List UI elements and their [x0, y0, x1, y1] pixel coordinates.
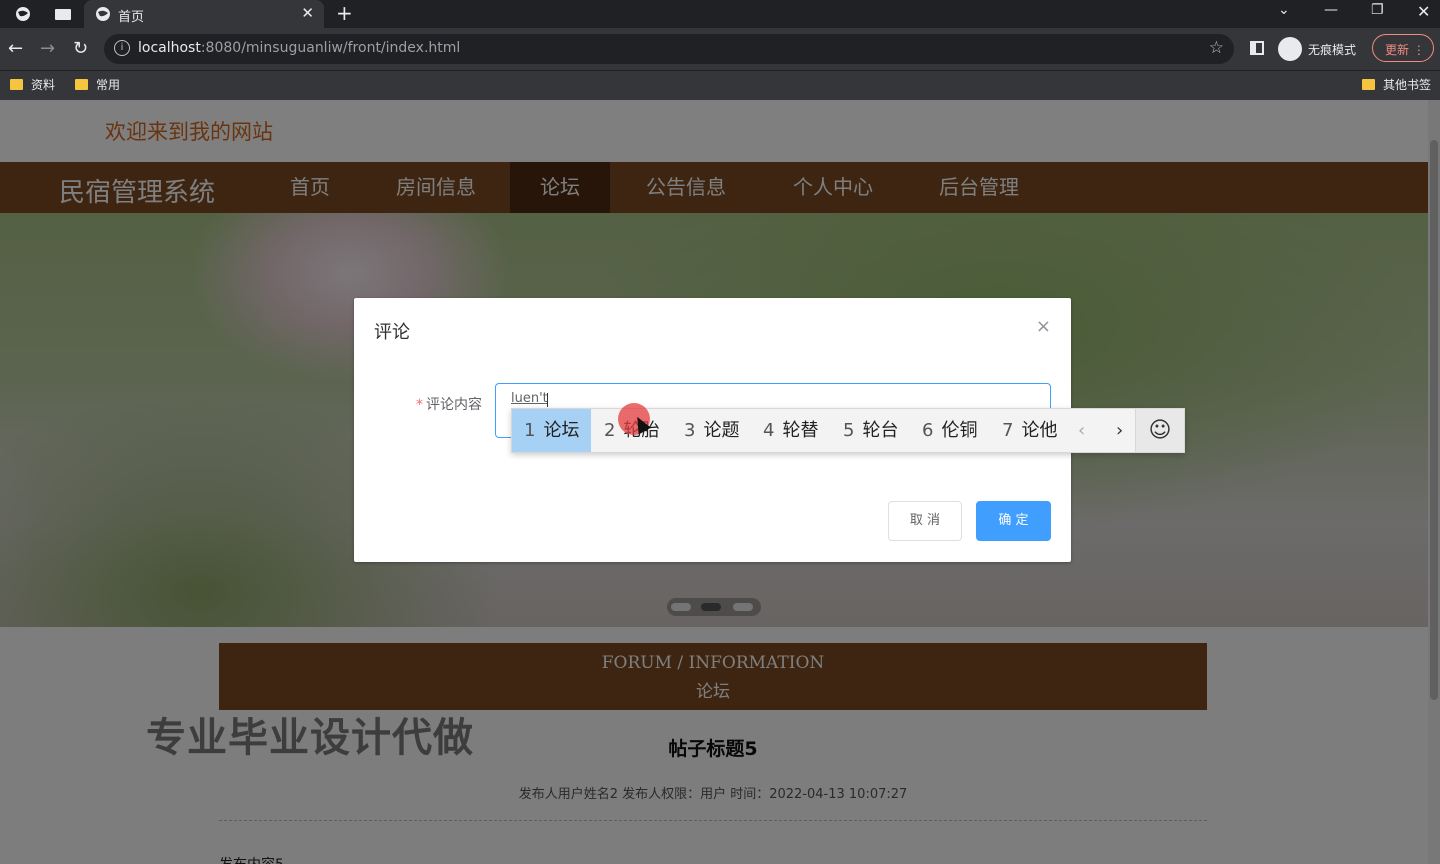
ime-next-icon[interactable]: › [1116, 409, 1123, 452]
forward-arrow-icon[interactable]: → [40, 38, 55, 59]
update-button[interactable]: 更新 ⋮ [1372, 34, 1434, 62]
bookmark-folder-ziliao[interactable]: 资料 [10, 76, 55, 93]
close-window-button[interactable]: ✕ [1417, 2, 1430, 21]
ime-candidate[interactable]: 1 论坛 [512, 409, 592, 452]
ime-candidate[interactable]: 7 论他 [990, 409, 1069, 452]
ime-candidate[interactable]: 6 伦铜 [910, 409, 989, 452]
folder-icon [1362, 79, 1375, 90]
confirm-button[interactable]: 确 定 [976, 501, 1051, 541]
active-tab[interactable]: 首页 ✕ [84, 0, 324, 28]
ime-candidate[interactable]: 3 论题 [672, 409, 751, 452]
ime-candidate[interactable]: 4 轮替 [751, 409, 830, 452]
globe-icon [96, 7, 110, 21]
address-bar[interactable]: i localhost:8080/minsuguanliw/front/inde… [104, 34, 1234, 64]
restore-button[interactable]: ❐ [1371, 2, 1384, 18]
incognito-icon[interactable] [1278, 37, 1302, 61]
composition-text: luen't [511, 391, 548, 406]
tab-title: 首页 [118, 10, 145, 25]
ime-emoji-icon[interactable]: ☺ [1135, 408, 1185, 453]
incognito-label: 无痕模式 [1308, 43, 1357, 57]
required-mark: * [416, 397, 423, 413]
browser-tab-strip: 首页 ✕ + ⌄ — ❐ ✕ [0, 0, 1440, 28]
bookmark-star-icon[interactable]: ☆ [1209, 38, 1224, 58]
globe-icon[interactable] [14, 5, 32, 23]
cancel-button[interactable]: 取 消 [888, 501, 962, 541]
minimize-button[interactable]: — [1324, 2, 1338, 18]
ime-candidate-bar: 1论坛 2轮胎 3论题 4轮替 5轮台 6伦铜 7论他 ‹ › [511, 408, 1185, 453]
folder-icon [75, 79, 88, 90]
text-caret [547, 393, 548, 407]
new-tab-button[interactable]: + [336, 1, 353, 25]
comment-field-label: * 评论内容 [416, 397, 482, 413]
url-text: localhost:8080/minsuguanliw/front/index.… [138, 40, 461, 56]
ime-prev-icon[interactable]: ‹ [1078, 409, 1085, 452]
tab-overview-icon[interactable] [54, 5, 72, 23]
reload-icon[interactable]: ↻ [73, 38, 88, 59]
ime-candidate[interactable]: 5 轮台 [831, 409, 910, 452]
browser-toolbar: ← → ↻ i localhost:8080/minsuguanliw/fron… [0, 28, 1440, 70]
bookmark-folder-changyong[interactable]: 常用 [75, 76, 120, 93]
close-icon[interactable]: × [1036, 316, 1051, 337]
bookmark-folder-other[interactable]: 其他书签 [1362, 76, 1431, 93]
close-tab-icon[interactable]: ✕ [301, 4, 314, 22]
dialog-title: 评论 [374, 322, 410, 343]
folder-icon [10, 79, 23, 90]
bookmarks-bar: 资料 常用 其他书签 [0, 70, 1440, 100]
back-arrow-icon[interactable]: ← [8, 38, 23, 59]
chevron-down-icon[interactable]: ⌄ [1278, 2, 1290, 18]
site-info-icon[interactable]: i [114, 40, 130, 56]
side-panel-icon[interactable] [1250, 41, 1264, 55]
